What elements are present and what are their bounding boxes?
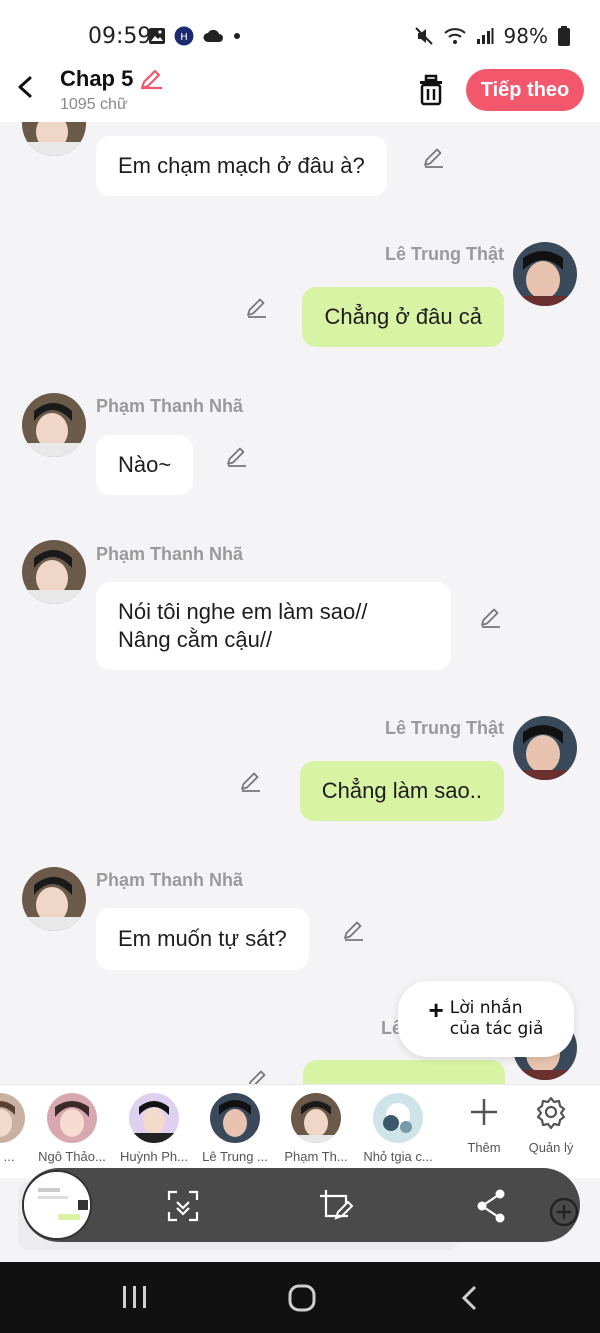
author-note-line2: của tác giả xyxy=(449,1019,544,1039)
word-count: 1095 chữ xyxy=(60,96,128,113)
character-avatar-icon xyxy=(373,1093,423,1143)
character-item[interactable]: Phạm Th... xyxy=(278,1093,354,1164)
wifi-icon xyxy=(443,28,466,44)
edit-message-icon[interactable] xyxy=(239,770,263,794)
chapter-title: Chap 5 xyxy=(60,66,134,91)
message-text: Chẳng làm sao.. xyxy=(321,778,482,803)
avatar[interactable] xyxy=(22,122,86,156)
chapter-header: Chap 5 1095 chữ Tiếp theo xyxy=(0,60,600,122)
sender-name: Lê Trung Thật xyxy=(385,718,504,738)
message-bubble[interactable]: Em muốn tự sát? xyxy=(96,908,309,970)
back-nav-icon[interactable] xyxy=(458,1284,482,1312)
sender-name: Phạm Thanh Nhã xyxy=(96,870,244,890)
system-nav-bar xyxy=(0,1262,600,1333)
message-bubble[interactable]: Em chạm mạch ở đâu à? xyxy=(96,136,387,196)
edit-message-icon[interactable] xyxy=(479,606,503,630)
character-item[interactable]: Lê Trung ... xyxy=(197,1093,273,1164)
character-avatar-icon xyxy=(0,1093,25,1143)
boy-avatar-icon xyxy=(22,867,86,931)
battery-percent: 98% xyxy=(503,24,548,48)
character-avatar-icon xyxy=(210,1093,260,1143)
character-item[interactable]: Ngô Thảo... xyxy=(34,1093,110,1164)
recent-apps-icon[interactable] xyxy=(120,1284,150,1310)
next-chapter-button[interactable]: Tiếp theo xyxy=(466,69,584,111)
message-text-line2: Nâng cằm cậu// xyxy=(118,627,273,652)
screenshot-thumbnail[interactable] xyxy=(22,1170,92,1240)
avatar[interactable] xyxy=(22,393,86,457)
edit-title-icon[interactable] xyxy=(138,66,164,92)
message-text: Chẳng ở đâu cả xyxy=(324,304,482,329)
dot-icon xyxy=(234,33,240,39)
character-label: Phạm Th... xyxy=(284,1149,348,1164)
sender-name: Phạm Thanh Nhã xyxy=(96,396,244,416)
boy-avatar-icon xyxy=(22,122,86,156)
crop-edit-icon[interactable] xyxy=(316,1186,356,1226)
avatar[interactable] xyxy=(513,716,577,780)
message-text-line1: Nói tôi nghe em làm sao// xyxy=(118,599,368,624)
trash-icon[interactable] xyxy=(416,74,446,106)
add-circle-icon[interactable] xyxy=(548,1196,580,1228)
status-time: 09:59 xyxy=(88,24,152,49)
message-bubble[interactable]: Chẳng làm sao.. xyxy=(299,761,504,821)
character-label: Lê Trung ... xyxy=(202,1149,268,1164)
character-item[interactable]: Lê ... xyxy=(0,1093,38,1164)
message-text: Em muốn tự sát? xyxy=(118,926,287,951)
message-text: Nào~ xyxy=(118,452,172,477)
battery-icon xyxy=(558,26,570,46)
home-icon[interactable] xyxy=(287,1284,317,1312)
status-right: 98% xyxy=(414,24,570,48)
add-character-button[interactable]: Thêm xyxy=(449,1095,519,1155)
boy-avatar-icon xyxy=(513,716,577,780)
edit-message-icon[interactable] xyxy=(342,919,366,943)
character-label: Nhỏ tgia c... xyxy=(363,1149,433,1164)
plus-icon: + xyxy=(428,994,444,1025)
manage-button[interactable]: Quản lý xyxy=(516,1095,586,1155)
edit-message-icon[interactable] xyxy=(225,445,249,469)
sender-name: Phạm Thanh Nhã xyxy=(96,544,244,564)
character-label: Lê ... xyxy=(0,1149,15,1164)
character-avatar-icon xyxy=(47,1093,97,1143)
status-bar: 09:59 H 98% xyxy=(0,0,600,60)
message-bubble[interactable]: Chẳng ở đâu cả xyxy=(302,287,504,347)
character-avatar-icon xyxy=(291,1093,341,1143)
author-note-line1: Lời nhắn xyxy=(449,998,523,1018)
avatar[interactable] xyxy=(22,867,86,931)
share-icon[interactable] xyxy=(472,1186,512,1226)
chat-area[interactable]: Em chạm mạch ở đâu à? Lê Trung Thật Chẳn… xyxy=(0,122,600,1084)
gear-icon xyxy=(536,1096,566,1130)
character-item[interactable]: Nhỏ tgia c... xyxy=(360,1093,436,1164)
scroll-capture-icon[interactable] xyxy=(163,1186,203,1226)
avatar[interactable] xyxy=(513,242,577,306)
add-label: Thêm xyxy=(467,1140,501,1155)
message-bubble[interactable]: Nói tôi nghe em làm sao// Nâng cằm cậu// xyxy=(96,582,451,670)
sender-name: Lê Trung Thật xyxy=(385,244,504,264)
avatar[interactable] xyxy=(22,540,86,604)
boy-avatar-icon xyxy=(22,393,86,457)
cloud-icon xyxy=(203,29,223,42)
plus-icon xyxy=(471,1099,497,1125)
signal-icon xyxy=(476,28,494,44)
character-strip[interactable]: Lê ... Ngô Thảo... Huỳnh Ph... Lê Trung … xyxy=(0,1084,600,1178)
character-label: Huỳnh Ph... xyxy=(120,1149,188,1164)
edit-message-icon[interactable] xyxy=(245,296,269,320)
status-left-icons: H xyxy=(148,26,242,46)
manage-label: Quản lý xyxy=(528,1140,574,1155)
boy-avatar-icon xyxy=(22,540,86,604)
character-avatar-icon xyxy=(129,1093,179,1143)
mute-icon xyxy=(414,27,433,45)
character-label: Ngô Thảo... xyxy=(38,1149,106,1164)
message-text: Em chạm mạch ở đâu à? xyxy=(118,153,365,178)
author-note-button[interactable]: + Lời nhắn của tác giả xyxy=(398,981,574,1057)
message-bubble[interactable]: Nào~ xyxy=(96,435,194,495)
svg-text:H: H xyxy=(180,32,188,43)
boy-avatar-icon xyxy=(513,242,577,306)
edit-message-icon[interactable] xyxy=(422,146,446,170)
gallery-icon xyxy=(149,28,165,44)
edit-message-icon[interactable] xyxy=(246,1068,270,1084)
app-logo-icon: H xyxy=(174,26,194,46)
message-bubble[interactable] xyxy=(303,1060,505,1084)
back-arrow-icon[interactable] xyxy=(12,72,38,102)
character-item[interactable]: Huỳnh Ph... xyxy=(116,1093,192,1164)
